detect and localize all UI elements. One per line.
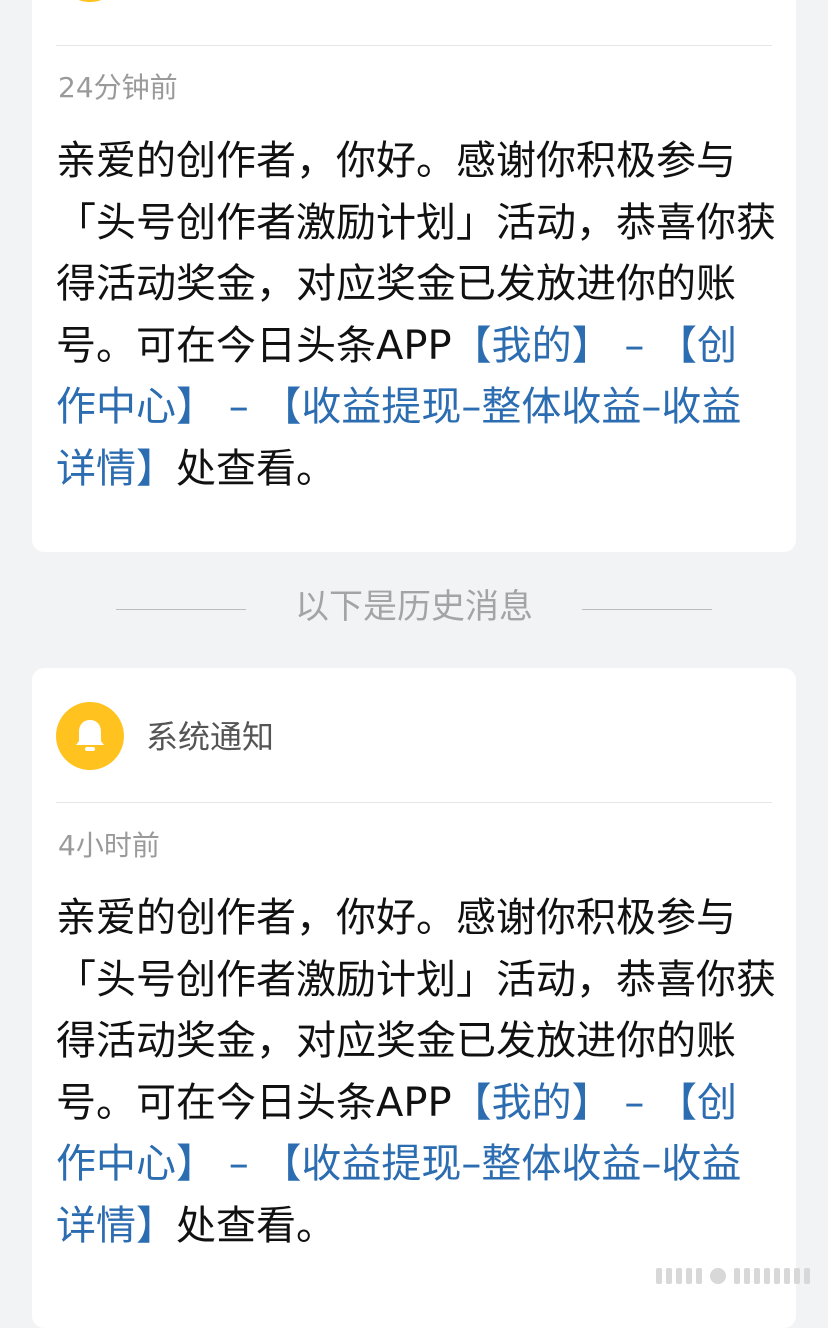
watermark-logo bbox=[656, 1268, 810, 1284]
separator-line bbox=[582, 609, 712, 610]
sender-name: 系统通知 bbox=[146, 718, 275, 756]
message-text: 处查看。 bbox=[176, 445, 336, 492]
bell-icon-glyph bbox=[76, 720, 104, 751]
bell-icon bbox=[56, 702, 124, 770]
message-body: 亲爱的创作者，你好。感谢你积极参与「头号创作者激励计划」活动，恭喜你获得活动奖金… bbox=[56, 888, 776, 1257]
notification-card[interactable]: 系统通知 4小时前 亲爱的创作者，你好。感谢你积极参与「头号创作者激励计划」活动… bbox=[32, 668, 796, 1328]
message-text: 处查看。 bbox=[176, 1202, 336, 1249]
notification-card[interactable]: 24分钟前 亲爱的创作者，你好。感谢你积极参与「头号创作者激励计划」活动，恭喜你… bbox=[32, 0, 796, 552]
bell-icon bbox=[56, 0, 124, 2]
link-separator: – bbox=[611, 322, 658, 369]
link-mine[interactable]: 【我的】 bbox=[452, 1080, 612, 1126]
link-separator: – bbox=[216, 384, 262, 430]
card-divider bbox=[56, 45, 772, 46]
history-label: 以下是历史消息 bbox=[295, 587, 533, 627]
link-separator: – bbox=[216, 1141, 262, 1187]
history-separator: 以下是历史消息 bbox=[0, 586, 828, 632]
timestamp: 4小时前 bbox=[58, 829, 160, 862]
card-divider bbox=[56, 802, 772, 803]
timestamp: 24分钟前 bbox=[58, 71, 178, 104]
link-mine[interactable]: 【我的】 bbox=[452, 323, 612, 369]
link-separator: – bbox=[611, 1079, 658, 1126]
message-body: 亲爱的创作者，你好。感谢你积极参与「头号创作者激励计划」活动，恭喜你获得活动奖金… bbox=[56, 131, 776, 500]
